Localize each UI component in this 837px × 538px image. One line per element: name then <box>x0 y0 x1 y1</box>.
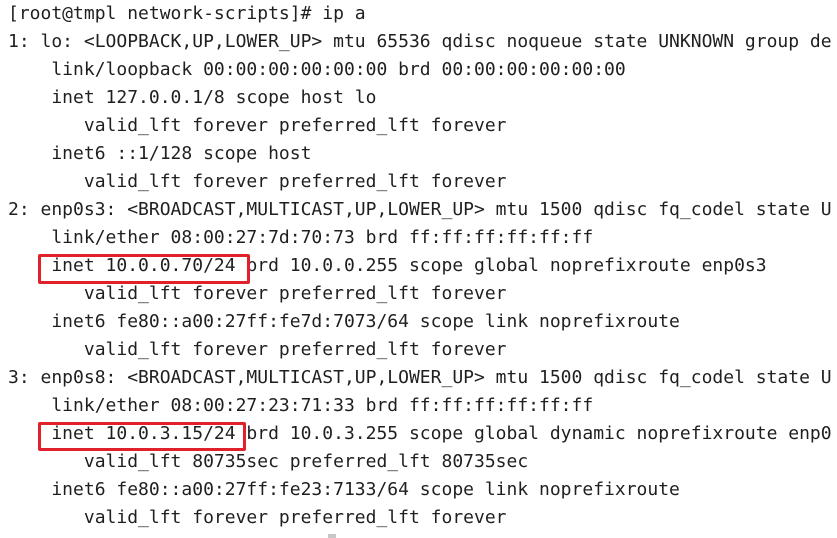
interface-header-lo: 1: lo: <LOOPBACK,UP,LOWER_UP> mtu 65536 … <box>8 31 832 52</box>
lifetime-line: valid_lft forever preferred_lft forever <box>8 507 507 528</box>
command-prompt-line: [root@tmpl network-scripts]# ip a <box>8 3 366 24</box>
terminal-output[interactable]: [root@tmpl network-scripts]# ip a 1: lo:… <box>0 0 837 538</box>
lifetime-line: valid_lft 80735sec preferred_lft 80735se… <box>8 451 529 472</box>
interface-header-enp0s3: 2: enp0s3: <BROADCAST,MULTICAST,UP,LOWER… <box>8 199 832 220</box>
highlight-box-enp0s3-inet <box>38 254 250 284</box>
link-line-lo: link/loopback 00:00:00:00:00:00 brd 00:0… <box>8 59 626 80</box>
lifetime-line: valid_lft forever preferred_lft forever <box>8 115 507 136</box>
link-line-enp0s8: link/ether 08:00:27:23:71:33 brd ff:ff:f… <box>8 395 594 416</box>
scroll-indicator <box>328 534 336 538</box>
link-line-enp0s3: link/ether 08:00:27:7d:70:73 brd ff:ff:f… <box>8 227 594 248</box>
inet6-line-enp0s8: inet6 fe80::a00:27ff:fe23:7133/64 scope … <box>8 479 680 500</box>
interface-header-enp0s8: 3: enp0s8: <BROADCAST,MULTICAST,UP,LOWER… <box>8 367 832 388</box>
inet6-line-enp0s3: inet6 fe80::a00:27ff:fe7d:7073/64 scope … <box>8 311 680 332</box>
lifetime-line: valid_lft forever preferred_lft forever <box>8 339 507 360</box>
inet-line-lo: inet 127.0.0.1/8 scope host lo <box>8 87 377 108</box>
highlight-box-enp0s8-inet <box>38 422 246 451</box>
lifetime-line: valid_lft forever preferred_lft forever <box>8 171 507 192</box>
inet6-line-lo: inet6 ::1/128 scope host <box>8 143 312 164</box>
lifetime-line: valid_lft forever preferred_lft forever <box>8 283 507 304</box>
